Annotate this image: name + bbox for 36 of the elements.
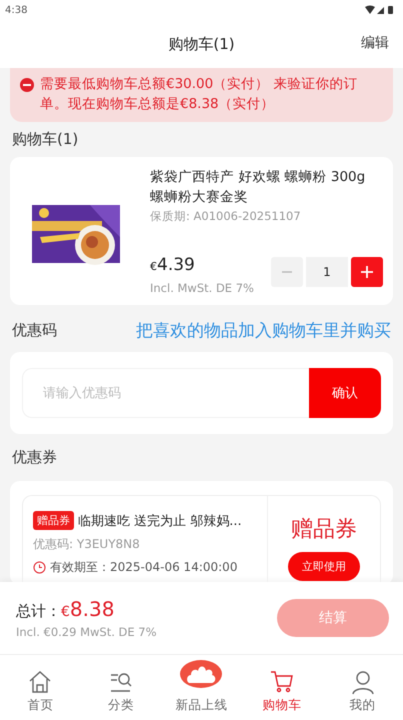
coupon-code: 优惠码: Y3EUY8N8 — [33, 536, 141, 553]
promo-code-field[interactable]: 请输入优惠码 — [22, 368, 309, 418]
plus-icon — [360, 265, 374, 279]
coupon-expiry: 有效期至：2025-04-06 14:00:00 — [50, 559, 238, 576]
increase-button[interactable] — [351, 257, 383, 287]
status-time: 4:38 — [5, 4, 28, 16]
clock-icon — [33, 561, 46, 574]
status-icons — [365, 5, 395, 15]
confirm-button[interactable]: 确认 — [309, 368, 381, 418]
section-title: 优惠券 — [11, 447, 58, 468]
tax-note: Incl. MwSt. DE 7% — [150, 281, 254, 295]
use-now-button[interactable]: 立即使用 — [288, 552, 360, 581]
section-title: 优惠码 — [12, 321, 57, 340]
nav-tab[interactable]: 购物车 — [242, 655, 322, 720]
cart-icon — [269, 669, 296, 695]
shelf-life: 保质期: A01006-20251107 — [150, 209, 302, 224]
nav-tab[interactable]: 首页 — [0, 655, 81, 720]
nav-tab[interactable]: 新品上线 — [161, 655, 242, 720]
total-price: €8.38 — [61, 597, 114, 621]
promo-banner-text: 把喜欢的物品加入购物车里并购买 — [136, 320, 391, 342]
minus-circle-icon — [20, 78, 34, 92]
coupon-tag: 赠品券 — [33, 511, 74, 530]
coupon-type: 赠品券 — [291, 516, 357, 544]
nav-tab[interactable]: 我的 — [322, 655, 403, 720]
edit-button[interactable]: 编辑 — [361, 34, 389, 52]
product-price: €4.39 — [150, 255, 196, 275]
user-icon — [350, 669, 376, 695]
total-tax-note: Incl. €0.29 MwSt. DE 7% — [16, 625, 157, 639]
total-label: 总计： — [16, 602, 61, 621]
product-name: 紫袋广西特产 好欢螺 螺蛳粉 300g 螺蛳粉大赛金奖 — [150, 168, 366, 207]
quantity-value: 1 — [306, 257, 348, 287]
warning-text: 需要最低购物车总额€30.00（实付） 来验证你的订单。现在购物车总额是€8.38（实付） — [40, 75, 359, 114]
section-title: 购物车(1) — [11, 129, 80, 150]
page-title: 购物车(1) — [168, 34, 235, 54]
nav-tab[interactable]: 分类 — [80, 655, 162, 720]
coupon-title: 临期速吃 送完为止 邬辣妈... — [78, 512, 242, 530]
